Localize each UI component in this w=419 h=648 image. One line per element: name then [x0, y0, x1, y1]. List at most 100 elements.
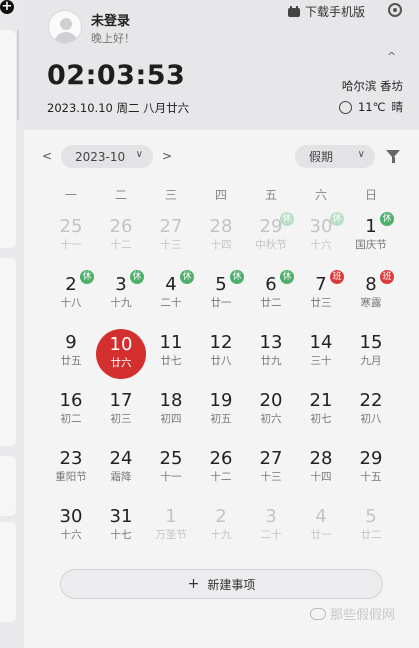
calendar-day[interactable]: 25 十一 — [46, 212, 96, 270]
day-number: 21 — [309, 390, 333, 411]
lunar-date: 国庆节 — [355, 239, 387, 251]
day-number: 18 — [159, 390, 183, 411]
weather-location[interactable]: 哈尔滨 香坊 — [342, 78, 403, 94]
lunar-date: 十一 — [60, 239, 82, 251]
weekday-label: 三 — [164, 188, 177, 202]
calendar-day[interactable]: 5 廿一休 — [196, 270, 246, 328]
lunar-date: 廿二 — [360, 529, 382, 541]
month-value: 2023-10 — [75, 149, 126, 164]
lunar-date: 初八 — [360, 413, 382, 425]
calendar-day[interactable]: 4 廿一 — [296, 502, 346, 560]
day-number: 5 — [365, 506, 377, 527]
chevron-down-icon: ∨ — [135, 149, 143, 160]
day-number: 9 — [65, 332, 77, 353]
weekday-label: 五 — [264, 188, 277, 202]
chevron-up-icon[interactable]: ^ — [387, 50, 396, 63]
side-card — [0, 456, 16, 516]
calendar-day[interactable]: 6 廿二休 — [246, 270, 296, 328]
calendar-day[interactable]: 7 廿三班 — [296, 270, 346, 328]
calendar-day[interactable]: 25 十一 — [146, 444, 196, 502]
download-mobile-button[interactable]: 下载手机版 — [288, 3, 365, 20]
phone-icon — [288, 6, 300, 17]
calendar-day[interactable]: 19 初五 — [196, 386, 246, 444]
holiday-select[interactable]: 假期 ∨ — [295, 145, 375, 168]
calendar-day-today[interactable]: 10 廿六 — [96, 328, 146, 386]
lunar-date: 廿六 — [110, 357, 132, 369]
calendar-day[interactable]: 28 十四 — [196, 212, 246, 270]
calendar-day[interactable]: 1 国庆节休 — [346, 212, 396, 270]
day-number: 11 — [159, 332, 183, 353]
day-number: 25 — [159, 448, 183, 469]
calendar-day[interactable]: 18 初四 — [146, 386, 196, 444]
calendar-day[interactable]: 11 廿七 — [146, 328, 196, 386]
calendar-day[interactable]: 21 初七 — [296, 386, 346, 444]
calendar-day[interactable]: 15 九月 — [346, 328, 396, 386]
calendar-day[interactable]: 24 霜降 — [96, 444, 146, 502]
calendar-day[interactable]: 20 初六 — [246, 386, 296, 444]
weather-condition: 晴 — [391, 100, 404, 114]
calendar-day[interactable]: 29 十五 — [346, 444, 396, 502]
month-select[interactable]: 2023-10 ∨ — [61, 145, 153, 168]
day-number: 26 — [209, 448, 233, 469]
calendar-day[interactable]: 17 初三 — [96, 386, 146, 444]
lunar-date: 十三 — [160, 239, 182, 251]
calendar-day[interactable]: 31 十七 — [96, 502, 146, 560]
new-event-button[interactable]: + 新建事项 — [60, 569, 383, 599]
prev-month-button[interactable]: < — [42, 149, 52, 163]
calendar-day[interactable]: 22 初八 — [346, 386, 396, 444]
calendar-day[interactable]: 4 二十休 — [146, 270, 196, 328]
calendar-day[interactable]: 8 寒露班 — [346, 270, 396, 328]
calendar-grid: 25 十一 26 十二 27 十三 28 十四 29 中秋节休 30 十六休 1 国庆节休 2 十八休 3 十九休… — [46, 212, 396, 560]
calendar-day[interactable]: 9 廿五 — [46, 328, 96, 386]
lunar-date: 初二 — [60, 413, 82, 425]
rest-badge: 休 — [130, 270, 144, 284]
day-number: 4 — [315, 506, 327, 527]
calendar-day[interactable]: 26 十二 — [196, 444, 246, 502]
calendar-day[interactable]: 2 十九 — [196, 502, 246, 560]
calendar-day[interactable]: 23 重阳节 — [46, 444, 96, 502]
lunar-date: 十四 — [210, 239, 232, 251]
avatar[interactable] — [48, 10, 82, 44]
calendar-day[interactable]: 3 十九休 — [96, 270, 146, 328]
lunar-date: 十四 — [310, 471, 332, 483]
lunar-date: 十二 — [110, 239, 132, 251]
add-icon[interactable]: + — [0, 0, 14, 14]
day-number: 15 — [359, 332, 383, 353]
calendar-day[interactable]: 26 十二 — [96, 212, 146, 270]
calendar-day[interactable]: 3 二十 — [246, 502, 296, 560]
lunar-date: 初七 — [310, 413, 332, 425]
weather-info[interactable]: 11℃ 晴 — [338, 99, 404, 115]
lunar-date: 初五 — [210, 413, 232, 425]
calendar-day[interactable]: 28 十四 — [296, 444, 346, 502]
day-number: 14 — [309, 332, 333, 353]
calendar-day[interactable]: 27 十三 — [146, 212, 196, 270]
gear-icon[interactable] — [388, 3, 402, 17]
calendar-day[interactable]: 30 十六 — [46, 502, 96, 560]
lunar-date: 十九 — [210, 529, 232, 541]
day-number: 16 — [59, 390, 83, 411]
day-number: 24 — [109, 448, 133, 469]
calendar-day[interactable]: 2 十八休 — [46, 270, 96, 328]
calendar-day[interactable]: 27 十三 — [246, 444, 296, 502]
clock-date: 2023.10.10 周二 八月廿六 — [47, 101, 190, 115]
calendar-panel: 未登录 晚上好！ 下载手机版 ^ 02:03:53 2023.10.10 周二 … — [24, 0, 419, 648]
filter-icon[interactable] — [386, 150, 400, 163]
calendar-day[interactable]: 13 廿九 — [246, 328, 296, 386]
calendar-day[interactable]: 5 廿二 — [346, 502, 396, 560]
sun-icon — [338, 100, 352, 114]
lunar-date: 初三 — [110, 413, 132, 425]
calendar-day[interactable]: 12 廿八 — [196, 328, 246, 386]
day-number: 2 — [215, 506, 227, 527]
scrollbar[interactable] — [17, 30, 19, 120]
lunar-date: 廿八 — [210, 355, 232, 367]
lunar-date: 廿三 — [310, 297, 332, 309]
calendar-day[interactable]: 30 十六休 — [296, 212, 346, 270]
calendar-day[interactable]: 16 初二 — [46, 386, 96, 444]
calendar-day[interactable]: 14 三十 — [296, 328, 346, 386]
lunar-date: 霜降 — [110, 471, 132, 483]
calendar-day[interactable]: 29 中秋节休 — [246, 212, 296, 270]
lunar-date: 廿一 — [210, 297, 232, 309]
user-name[interactable]: 未登录 — [91, 10, 130, 29]
calendar-day[interactable]: 1 万圣节 — [146, 502, 196, 560]
next-month-button[interactable]: > — [162, 149, 172, 163]
